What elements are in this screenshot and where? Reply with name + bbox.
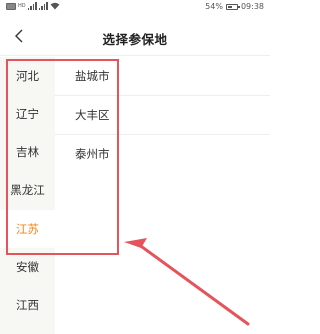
status-right: 54% 09:38: [205, 2, 264, 11]
battery-icon: [225, 3, 240, 10]
wifi-icon: [50, 2, 60, 10]
province-item-hebei[interactable]: 河北: [0, 57, 55, 95]
province-list: 河北 辽宁 吉林 黑龙江 江苏 安徽 江西: [0, 57, 55, 334]
province-item-jiangsu[interactable]: 江苏: [0, 210, 55, 248]
city-item-taizhou[interactable]: 泰州市: [55, 135, 270, 173]
province-item-anhui[interactable]: 安徽: [0, 248, 55, 286]
status-left-icons: HD: [6, 2, 60, 10]
battery-percent: 54%: [205, 2, 223, 11]
province-item-heilongjiang[interactable]: 黑龙江: [0, 171, 55, 209]
signal-icon: [38, 2, 48, 10]
network-type-label: HD: [18, 3, 26, 9]
status-bar: HD 54% 09:38: [0, 0, 270, 16]
page-title: 选择参保地: [102, 32, 168, 47]
signal-icon: [27, 2, 37, 10]
status-time: 09:38: [240, 2, 264, 11]
page-header: 选择参保地: [0, 16, 270, 56]
province-item-jiangxi[interactable]: 江西: [0, 286, 55, 324]
province-item-jilin[interactable]: 吉林: [0, 133, 55, 171]
city-item-dafeng[interactable]: 大丰区: [55, 96, 270, 134]
city-item-yancheng[interactable]: 盐城市: [55, 57, 270, 95]
notification-icon: [6, 2, 16, 10]
city-list: 盐城市 大丰区 泰州市: [55, 57, 270, 334]
province-item-liaoning[interactable]: 辽宁: [0, 95, 55, 133]
